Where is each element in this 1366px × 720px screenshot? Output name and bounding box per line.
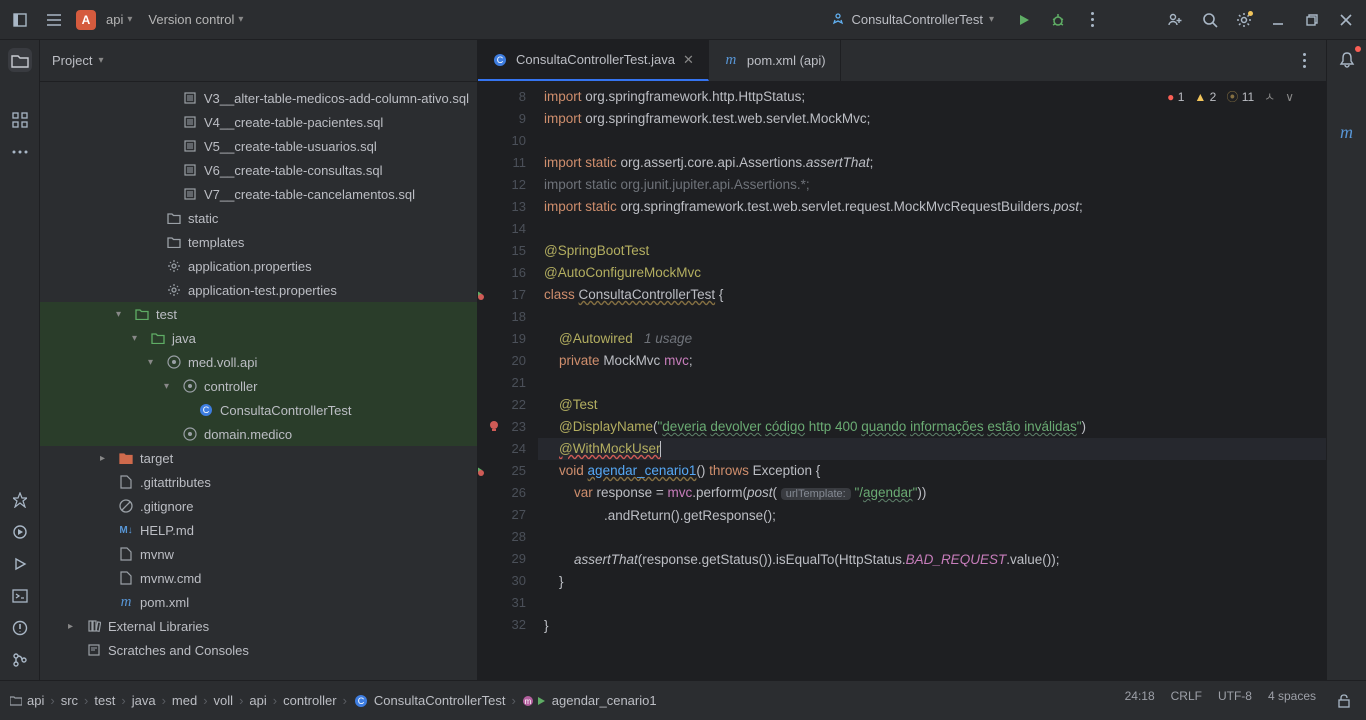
tree-item[interactable]: templates — [40, 230, 477, 254]
tree-item[interactable]: V7__create-table-cancelamentos.sql — [40, 182, 477, 206]
breadcrumb-nav[interactable]: api›src›test›java›med›voll›api›controlle… — [10, 693, 1125, 709]
tree-item[interactable]: V3__alter-table-medicos-add-column-ativo… — [40, 86, 477, 110]
tree-item[interactable]: CConsultaControllerTest — [40, 398, 477, 422]
breadcrumb-item[interactable]: api — [249, 693, 266, 708]
services-tool-icon[interactable] — [8, 520, 32, 544]
readonly-lock-icon[interactable] — [1332, 689, 1356, 713]
inspection-widget[interactable]: ● 1 ▲ 2 ⦿ 11 ㅅ∨ — [1167, 88, 1294, 105]
tree-item[interactable]: application-test.properties — [40, 278, 477, 302]
left-tool-strip — [0, 40, 40, 680]
title-bar: A api▾ Version control▾ ConsultaControll… — [0, 0, 1366, 40]
status-bar: api›src›test›java›med›voll›api›controlle… — [0, 680, 1366, 720]
tree-item[interactable]: mvnw.cmd — [40, 566, 477, 590]
problems-tool-icon[interactable] — [8, 616, 32, 640]
editor-tab[interactable]: mpom.xml (api) — [709, 40, 841, 81]
tree-item[interactable]: static — [40, 206, 477, 230]
run-config-selector[interactable]: ConsultaControllerTest▾ — [823, 8, 1002, 31]
editor-tabs: CConsultaControllerTest.java✕mpom.xml (a… — [478, 40, 1326, 82]
project-panel-header[interactable]: Project ▾ — [40, 40, 477, 82]
tree-item[interactable]: mvnw — [40, 542, 477, 566]
editor-gutter[interactable]: 8910111213141516171819202122232425262728… — [478, 82, 538, 680]
warning-count: ▲ 2 — [1194, 90, 1216, 104]
breadcrumb-item[interactable]: CConsultaControllerTest — [353, 693, 506, 709]
tree-item[interactable]: application.properties — [40, 254, 477, 278]
breadcrumb-item[interactable]: controller — [283, 693, 336, 708]
run-tool-icon[interactable] — [8, 552, 32, 576]
svg-text:C: C — [497, 55, 504, 65]
vcs-tool-icon[interactable] — [8, 648, 32, 672]
code-with-me-icon[interactable] — [1164, 8, 1188, 32]
run-config-label: ConsultaControllerTest — [851, 12, 983, 27]
project-name[interactable]: api▾ — [106, 12, 132, 27]
settings-icon[interactable] — [1232, 8, 1256, 32]
project-sidebar: Project ▾ V3__alter-table-medicos-add-co… — [40, 40, 478, 680]
error-count: ● 1 — [1167, 90, 1184, 104]
breadcrumb-item[interactable]: m agendar_cenario1 — [522, 693, 657, 708]
line-separator[interactable]: CRLF — [1171, 689, 1202, 713]
editor-tab[interactable]: CConsultaControllerTest.java✕ — [478, 40, 709, 81]
bookmarks-tool-icon[interactable] — [8, 488, 32, 512]
breadcrumb-item[interactable]: med — [172, 693, 197, 708]
caret-position[interactable]: 24:18 — [1125, 689, 1155, 713]
vcs-widget[interactable]: Version control▾ — [148, 12, 243, 27]
maven-tool-icon[interactable]: m — [1335, 120, 1359, 144]
code-editor[interactable]: import org.springframework.http.HttpStat… — [538, 82, 1326, 680]
breadcrumb-item[interactable]: src — [61, 693, 78, 708]
file-encoding[interactable]: UTF-8 — [1218, 689, 1252, 713]
right-tool-strip: m — [1326, 40, 1366, 680]
indent-widget[interactable]: 4 spaces — [1268, 689, 1316, 713]
restore-icon[interactable] — [1300, 8, 1324, 32]
tree-item[interactable]: ▾med.voll.api — [40, 350, 477, 374]
project-tree[interactable]: V3__alter-table-medicos-add-column-ativo… — [40, 82, 477, 680]
tab-close-icon[interactable]: ✕ — [683, 52, 694, 68]
minimize-icon[interactable] — [1266, 8, 1290, 32]
project-tool-icon[interactable] — [8, 48, 32, 72]
tree-item[interactable]: ▾test — [40, 302, 477, 326]
breadcrumb-item[interactable]: java — [132, 693, 156, 708]
more-actions-icon[interactable] — [1080, 8, 1104, 32]
search-icon[interactable] — [1198, 8, 1222, 32]
breadcrumb-item[interactable]: test — [94, 693, 115, 708]
tab-more-icon[interactable] — [1292, 49, 1316, 73]
notifications-icon[interactable] — [1335, 48, 1359, 72]
breadcrumb-item[interactable]: voll — [214, 693, 234, 708]
tree-item[interactable]: ▸External Libraries — [40, 614, 477, 638]
project-panel-title: Project — [52, 53, 92, 68]
editor-area: CConsultaControllerTest.java✕mpom.xml (a… — [478, 40, 1326, 680]
more-tools-icon[interactable] — [8, 140, 32, 164]
tree-item[interactable]: Scratches and Consoles — [40, 638, 477, 662]
tree-item[interactable]: mpom.xml — [40, 590, 477, 614]
tree-item[interactable]: ▸target — [40, 446, 477, 470]
project-badge[interactable]: A — [76, 10, 96, 30]
tree-item[interactable]: V5__create-table-usuarios.sql — [40, 134, 477, 158]
tree-item[interactable]: domain.medico — [40, 422, 477, 446]
hamburger-icon[interactable] — [42, 8, 66, 32]
svg-text:C: C — [358, 696, 365, 706]
tree-item[interactable]: ▾java — [40, 326, 477, 350]
breadcrumb-item[interactable]: api — [10, 693, 44, 708]
tree-item[interactable]: V4__create-table-pacientes.sql — [40, 110, 477, 134]
tree-item[interactable]: V6__create-table-consultas.sql — [40, 158, 477, 182]
weak-warning-count: ⦿ 11 — [1226, 88, 1254, 105]
debug-button[interactable] — [1046, 8, 1070, 32]
tree-item[interactable]: .gitignore — [40, 494, 477, 518]
svg-text:m: m — [524, 697, 531, 706]
run-button[interactable] — [1012, 8, 1036, 32]
app-menu-icon[interactable] — [8, 8, 32, 32]
close-icon[interactable] — [1334, 8, 1358, 32]
svg-text:C: C — [203, 405, 210, 415]
terminal-tool-icon[interactable] — [8, 584, 32, 608]
tree-item[interactable]: M↓HELP.md — [40, 518, 477, 542]
run-config-icon — [831, 13, 845, 27]
structure-tool-icon[interactable] — [8, 108, 32, 132]
tree-item[interactable]: .gitattributes — [40, 470, 477, 494]
tree-item[interactable]: ▾controller — [40, 374, 477, 398]
